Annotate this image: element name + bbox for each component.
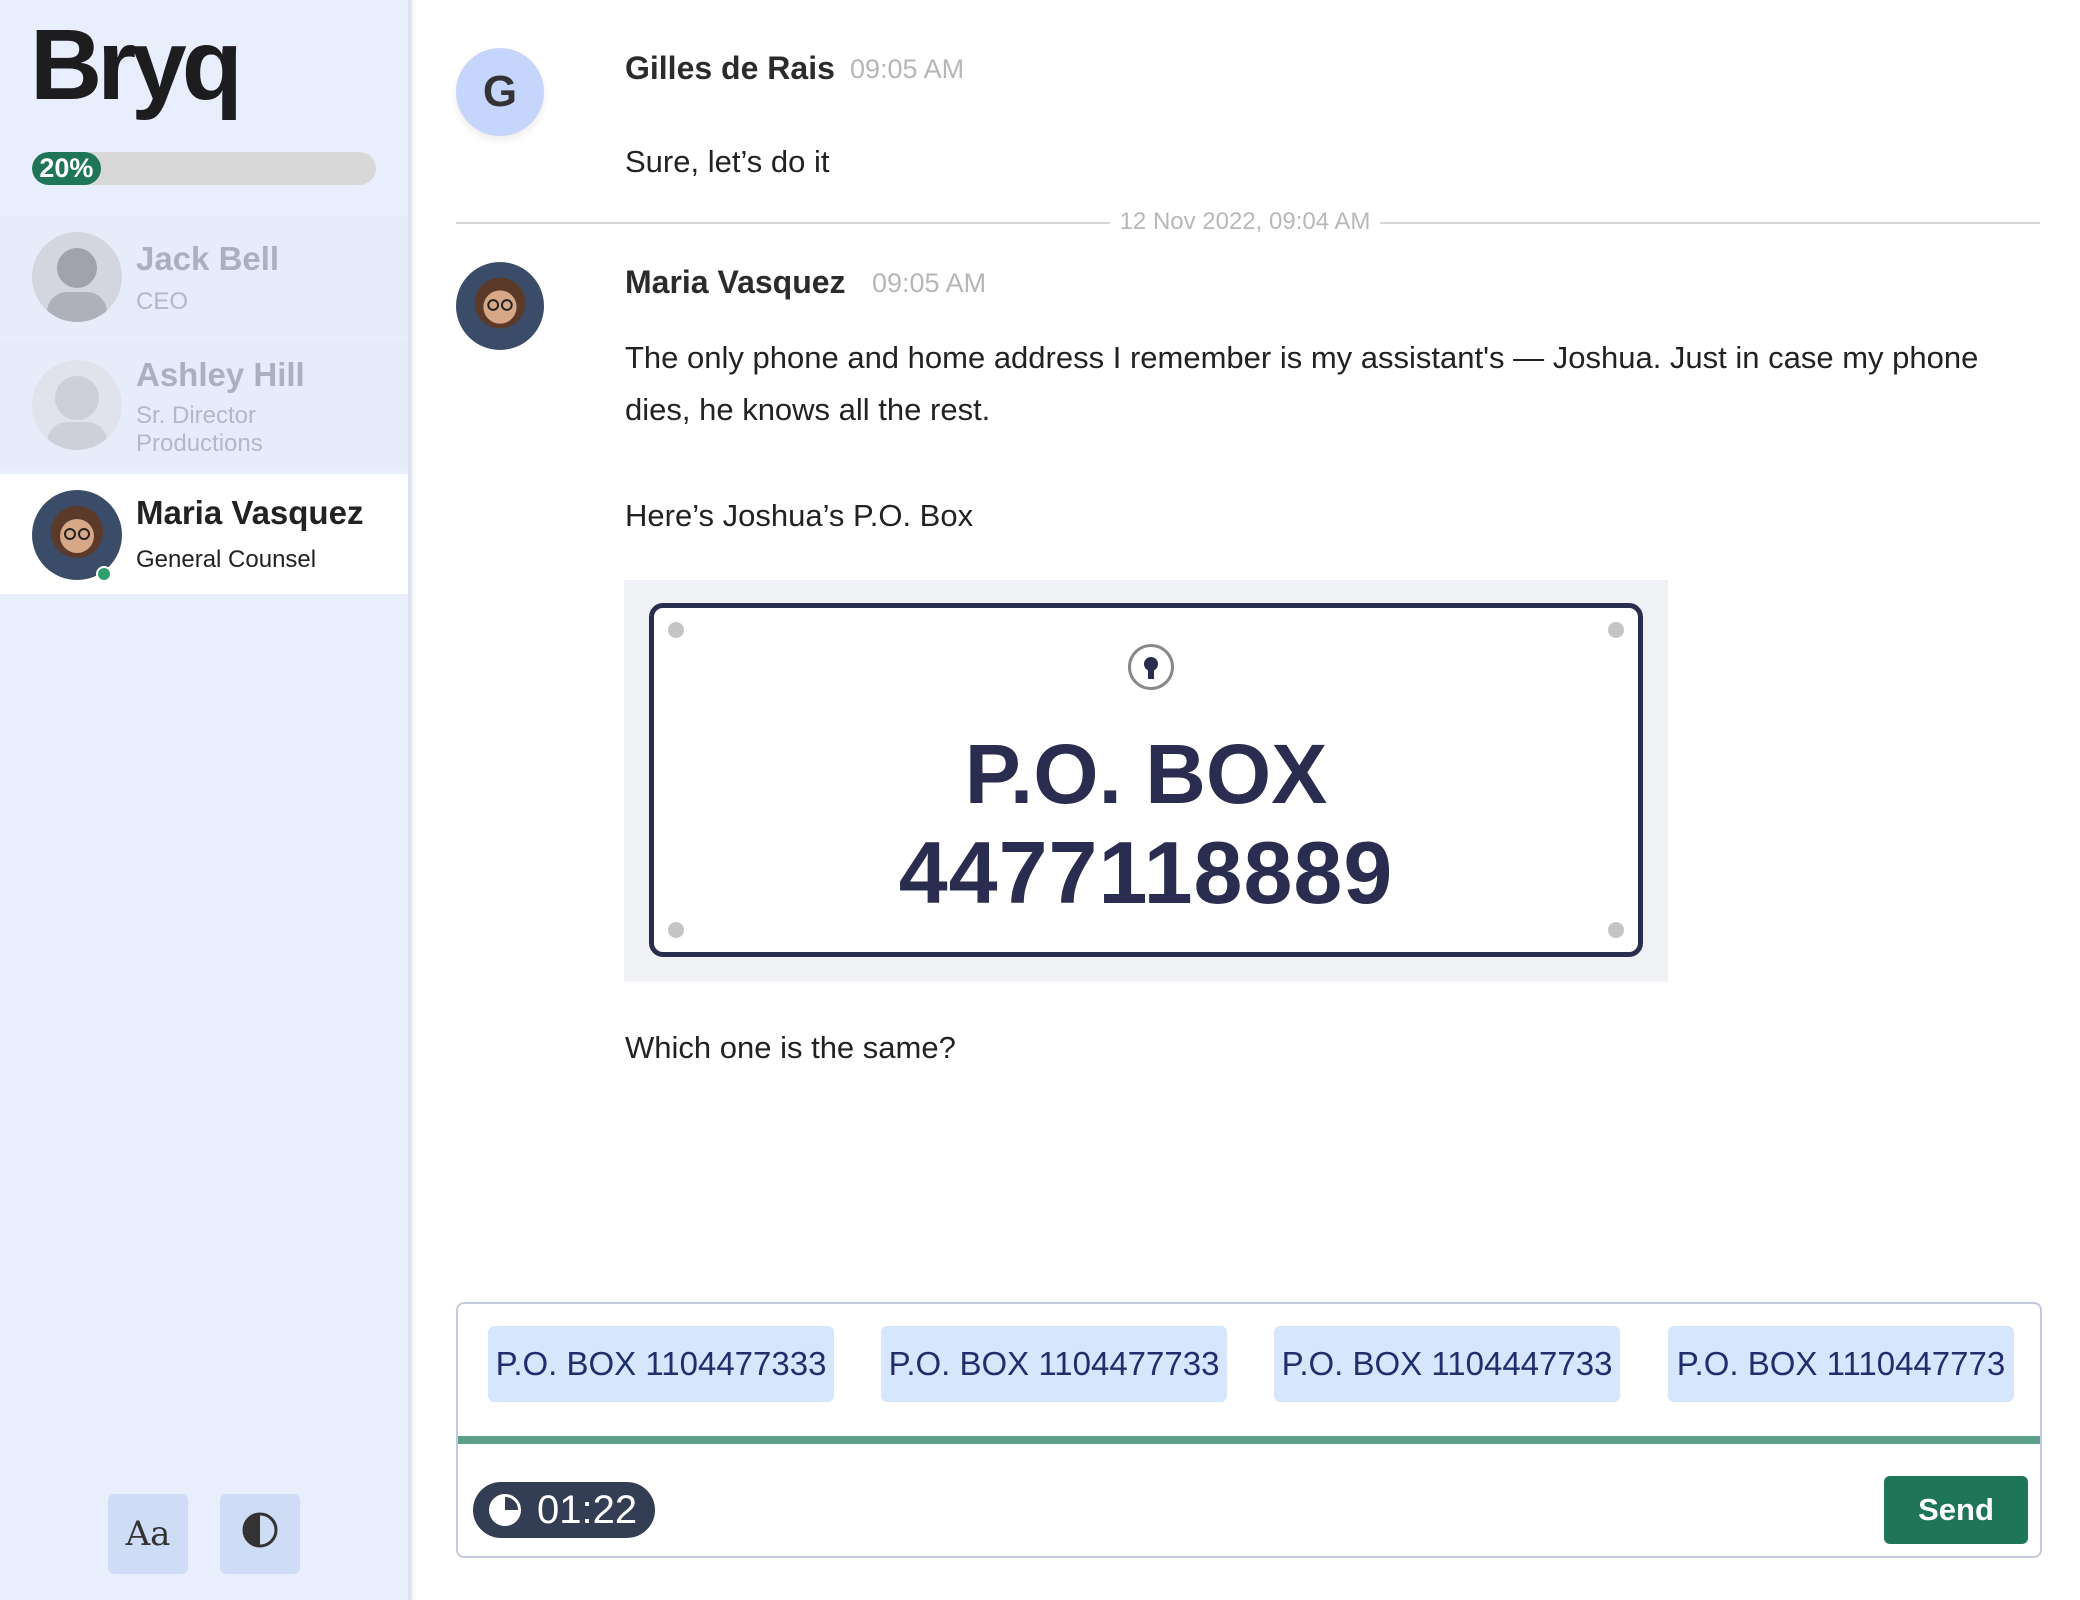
keyhole-icon [1128, 644, 1174, 690]
countdown-timer: 01:22 [473, 1482, 655, 1538]
screw-icon [668, 922, 684, 938]
screw-icon [1608, 922, 1624, 938]
sender-name: Maria Vasquez [625, 264, 846, 300]
screw-icon [1608, 622, 1624, 638]
progress-label: 20% [39, 153, 94, 183]
contrast-button[interactable] [220, 1494, 300, 1574]
avatar [32, 232, 122, 322]
message-time: 09:05 AM [872, 268, 987, 298]
contact-item-jack-bell[interactable]: Jack Bell CEO [0, 216, 408, 336]
sender-name: Gilles de Rais [625, 50, 835, 86]
send-button[interactable]: Send [1884, 1476, 2028, 1544]
brand-logo: Bryq [30, 9, 243, 121]
contact-name: Maria Vasquez [136, 494, 364, 531]
answer-panel: P.O. BOX 1104477333 P.O. BOX 1104477733 … [456, 1302, 2042, 1558]
sender-avatar: G [456, 48, 544, 136]
po-box-image: P.O. BOX 4477118889 [624, 580, 1668, 982]
answer-separator [458, 1436, 2040, 1444]
po-box-title: P.O. BOX [964, 727, 1328, 821]
contact-name: Ashley Hill [136, 356, 305, 393]
timer-text: 01:22 [537, 1487, 638, 1532]
contact-title: Sr. Director Productions [136, 402, 263, 457]
answer-option-1[interactable]: P.O. BOX 1104477333 [488, 1326, 834, 1402]
progress-fill: 20% [32, 152, 101, 185]
screw-icon [668, 622, 684, 638]
message-time: 09:05 AM [850, 54, 965, 84]
message-text-2: Here’s Joshua’s P.O. Box [625, 498, 974, 533]
font-size-button[interactable]: Aa [108, 1494, 188, 1574]
sidebar: Bryq 20% Jack Bell CEO Ashley Hill Sr. D… [0, 0, 412, 1600]
answer-option-2[interactable]: P.O. BOX 1104477733 [881, 1326, 1227, 1402]
timer-icon [489, 1494, 521, 1526]
avatar [32, 360, 122, 450]
online-status-dot [96, 566, 112, 582]
po-box-plate: P.O. BOX 4477118889 [649, 603, 1643, 957]
contact-title: General Counsel [136, 546, 317, 573]
sidebar-shadow [408, 0, 418, 1600]
contact-name: Jack Bell [136, 240, 280, 277]
po-box-number: 4477118889 [898, 823, 1394, 922]
message-text: The only phone and home address I rememb… [625, 340, 1979, 427]
date-divider-label: 12 Nov 2022, 09:04 AM [1110, 208, 1380, 236]
contact-title: CEO [136, 288, 189, 315]
contact-item-ashley-hill[interactable]: Ashley Hill Sr. Director Productions [0, 342, 408, 468]
contrast-icon [241, 1511, 279, 1558]
progress-bar: 20% [32, 152, 376, 185]
contact-item-maria-vasquez[interactable]: Maria Vasquez General Counsel [0, 474, 408, 594]
sender-avatar [456, 262, 544, 350]
answer-option-4[interactable]: P.O. BOX 1110447773 [1668, 1326, 2014, 1402]
message-text: Sure, let’s do it [625, 144, 830, 179]
answer-option-3[interactable]: P.O. BOX 1104447733 [1274, 1326, 1620, 1402]
question-text: Which one is the same? [625, 1030, 956, 1065]
